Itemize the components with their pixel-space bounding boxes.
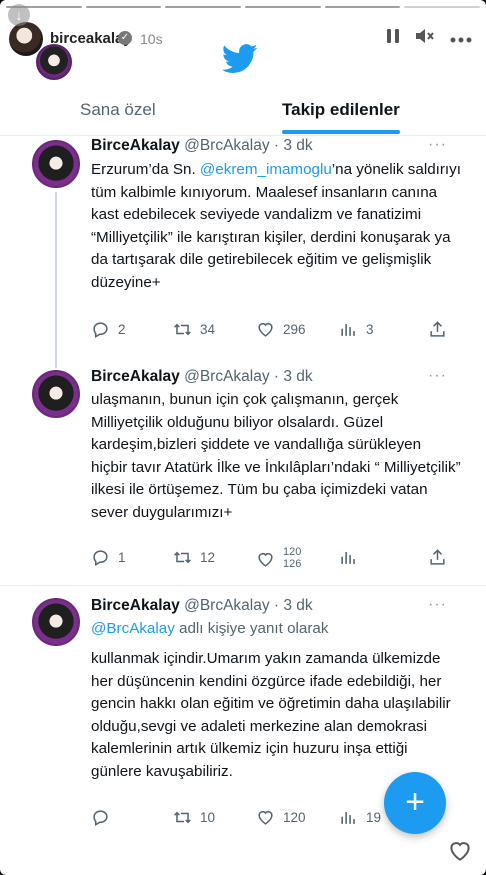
- story-time: 10s: [140, 31, 163, 47]
- heart-icon[interactable]: [447, 838, 473, 864]
- retweet-count: 34: [200, 322, 216, 337]
- progress-segment: [324, 6, 401, 8]
- tweet-text-part: ’na yönelik saldırıyı tüm kalbimle kınıy…: [91, 161, 461, 291]
- retweet-button[interactable]: 10: [173, 808, 215, 827]
- reply-context: @BrcAkalay adlı kişiye yanıt olarak: [91, 620, 328, 637]
- avatar[interactable]: [32, 598, 80, 646]
- tweet-actions: 2 34 296 3: [91, 320, 458, 344]
- avatar[interactable]: [32, 140, 80, 188]
- download-icon[interactable]: ↓: [8, 4, 30, 26]
- reply-button[interactable]: 2: [91, 320, 126, 339]
- tab-for-you[interactable]: Sana özel: [80, 100, 156, 120]
- reply-count: 2: [118, 322, 126, 337]
- author-name[interactable]: BirceAkalay: [91, 368, 180, 385]
- author-handle[interactable]: @BrcAkalay: [184, 368, 270, 385]
- reply-icon: [93, 322, 108, 338]
- tab-following[interactable]: Takip edilenler: [282, 100, 400, 120]
- reply-icon: [93, 810, 108, 826]
- author-name[interactable]: BirceAkalay: [91, 137, 180, 154]
- views-button[interactable]: [339, 548, 366, 567]
- like-icon: [258, 811, 273, 825]
- retweet-icon: [174, 323, 191, 336]
- like-count: 296: [283, 322, 306, 337]
- like-count-rolling: 120 126: [283, 546, 301, 570]
- tweet-actions: 1 12 120 126: [91, 546, 458, 572]
- reply-icon: [93, 550, 108, 566]
- timeline-tabs: Sana özel Takip edilenler: [0, 92, 486, 136]
- author-handle[interactable]: @BrcAkalay: [184, 597, 270, 614]
- pause-icon[interactable]: [386, 28, 400, 49]
- tweet-header: BirceAkalay @BrcAkalay · 3 dk: [91, 597, 313, 615]
- more-icon[interactable]: ···: [428, 367, 447, 385]
- retweet-button[interactable]: 12: [173, 548, 215, 567]
- divider: [0, 585, 486, 586]
- author-name[interactable]: BirceAkalay: [91, 597, 180, 614]
- active-tab-indicator: [282, 130, 400, 134]
- like-icon: [258, 323, 273, 337]
- retweet-count: 10: [200, 810, 216, 825]
- retweet-button[interactable]: 34: [173, 320, 215, 339]
- reply-count: 1: [118, 550, 126, 565]
- compose-tweet-button[interactable]: +: [384, 772, 446, 834]
- tweet-header: BirceAkalay @BrcAkalay · 3 dk: [91, 368, 313, 386]
- story-progress: [6, 6, 481, 8]
- avatar[interactable]: [32, 370, 80, 418]
- retweet-icon: [174, 811, 191, 824]
- views-button[interactable]: 3: [339, 320, 374, 339]
- story-header: birceakalay ✓ 10s: [0, 20, 486, 60]
- reply-context-text: adlı kişiye yanıt olarak: [174, 620, 329, 637]
- thread-line: [55, 192, 57, 368]
- like-button[interactable]: 296: [256, 320, 306, 339]
- mute-icon[interactable]: [415, 28, 435, 49]
- more-icon[interactable]: ···: [428, 136, 447, 154]
- progress-segment: [85, 6, 162, 8]
- tweet-time: · 3 dk: [273, 597, 313, 614]
- tweet-text: ulaşmanın, bunun için çok çalışmanın, ge…: [91, 391, 461, 521]
- share-icon: [430, 549, 445, 565]
- like-count-old: 120: [283, 546, 302, 558]
- views-icon: [341, 811, 355, 824]
- reply-button[interactable]: [91, 808, 118, 827]
- views-button[interactable]: 19: [339, 808, 381, 827]
- view-count: 3: [366, 322, 374, 337]
- views-icon: [341, 323, 355, 336]
- like-button[interactable]: 120 126: [256, 546, 301, 570]
- tweet-header: BirceAkalay @BrcAkalay · 3 dk: [91, 137, 313, 155]
- reply-button[interactable]: 1: [91, 548, 126, 567]
- story-frame: ↓ birceakalay ✓ 10s Sana özel Takip edil…: [0, 0, 486, 875]
- mention-link[interactable]: @ekrem_imamoglu: [200, 161, 332, 178]
- tweet-text: kullanmak içindir.Umarım yakın zamanda ü…: [91, 650, 451, 780]
- more-icon[interactable]: ···: [428, 596, 447, 614]
- like-count: 120: [283, 810, 306, 825]
- like-icon: [258, 552, 273, 567]
- tweet-text: Erzurum’da Sn. @ekrem_imamoglu’na yöneli…: [91, 159, 461, 295]
- tweet-time: · 3 dk: [273, 368, 313, 385]
- tweet-text-part: Erzurum’da Sn.: [91, 161, 200, 178]
- progress-segment: [245, 6, 321, 8]
- retweet-count: 12: [200, 550, 216, 565]
- progress-segment: [165, 6, 242, 8]
- verified-icon: ✓: [118, 31, 132, 45]
- progress-segment: [404, 6, 481, 8]
- like-count-new: 126: [283, 558, 302, 570]
- avatar[interactable]: [9, 22, 43, 56]
- more-icon[interactable]: [450, 28, 472, 48]
- view-count: 19: [366, 810, 382, 825]
- share-icon: [430, 321, 445, 337]
- share-button[interactable]: [428, 548, 447, 567]
- views-icon: [341, 551, 355, 564]
- like-button[interactable]: 120: [256, 808, 306, 827]
- author-handle[interactable]: @BrcAkalay: [184, 137, 270, 154]
- retweet-icon: [174, 551, 191, 564]
- mention-link[interactable]: @BrcAkalay: [91, 620, 175, 637]
- share-button[interactable]: [428, 320, 447, 339]
- tweet-time: · 3 dk: [273, 137, 313, 154]
